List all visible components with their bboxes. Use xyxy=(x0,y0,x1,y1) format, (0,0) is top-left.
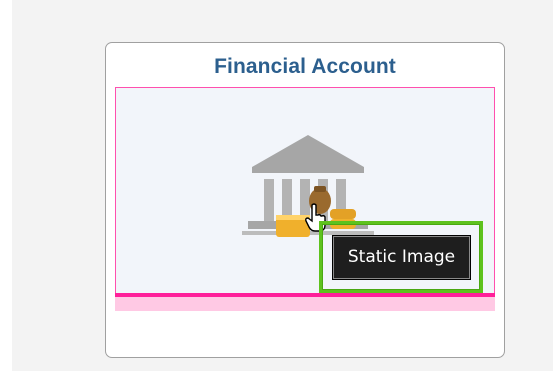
financial-account-tile[interactable]: Financial Account xyxy=(105,42,505,358)
selection-bar-shadow xyxy=(115,297,495,311)
page-background: Financial Account Static Image xyxy=(0,0,553,371)
tile-title: Financial Account xyxy=(214,55,396,78)
left-margin xyxy=(0,0,12,371)
static-image-tooltip: Static Image xyxy=(333,236,470,279)
